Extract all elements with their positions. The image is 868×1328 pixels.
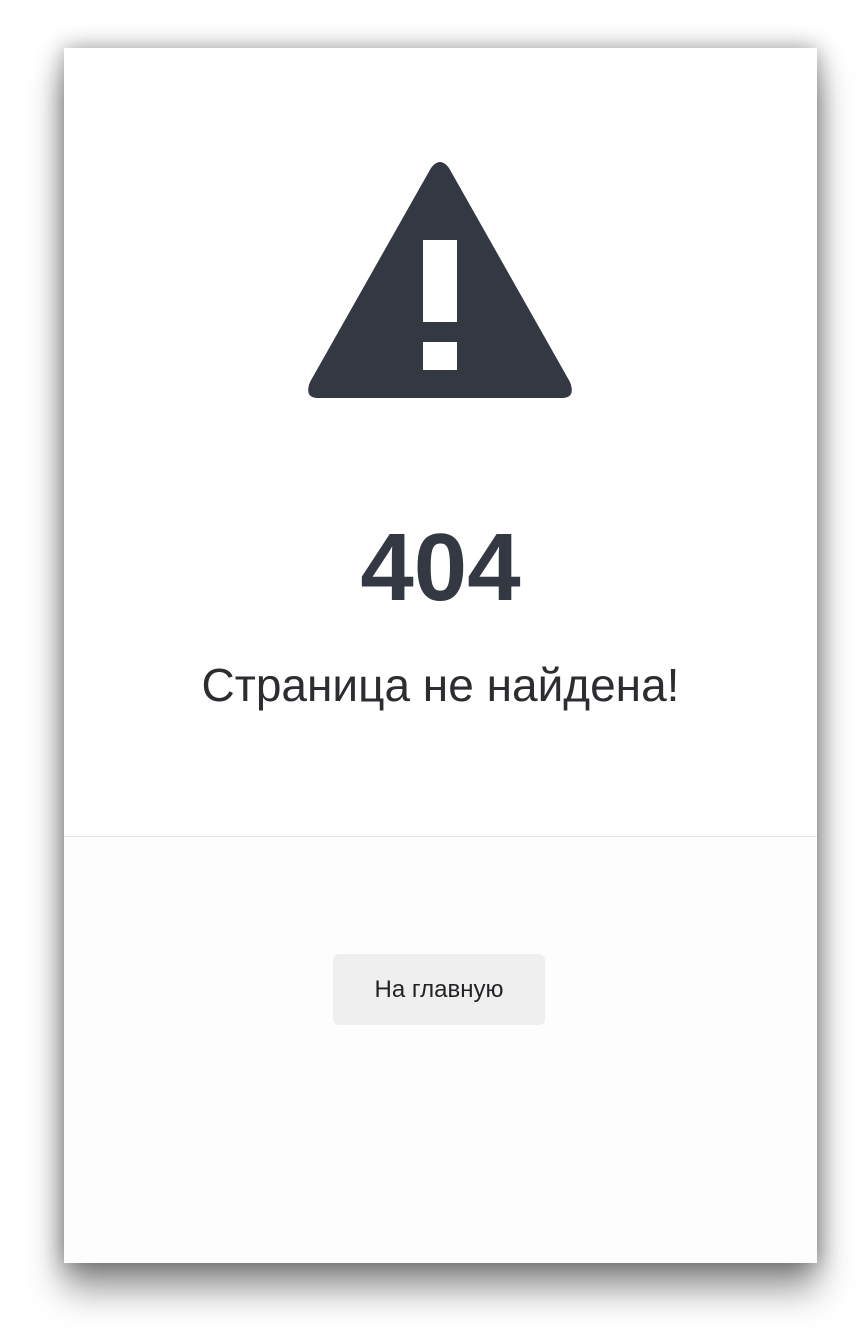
error-code: 404 xyxy=(360,514,521,621)
warning-triangle-icon xyxy=(308,162,572,398)
error-actions: На главную xyxy=(64,837,817,1263)
page: 404 Страница не найдена! На главную xyxy=(0,0,868,1328)
exclamation-dot xyxy=(423,342,457,370)
error-header: 404 Страница не найдена! xyxy=(64,48,817,836)
exclamation-bar xyxy=(423,240,457,322)
error-card: 404 Страница не найдена! На главную xyxy=(64,48,817,1263)
home-button[interactable]: На главную xyxy=(333,954,545,1025)
error-message: Страница не найдена! xyxy=(201,659,680,711)
